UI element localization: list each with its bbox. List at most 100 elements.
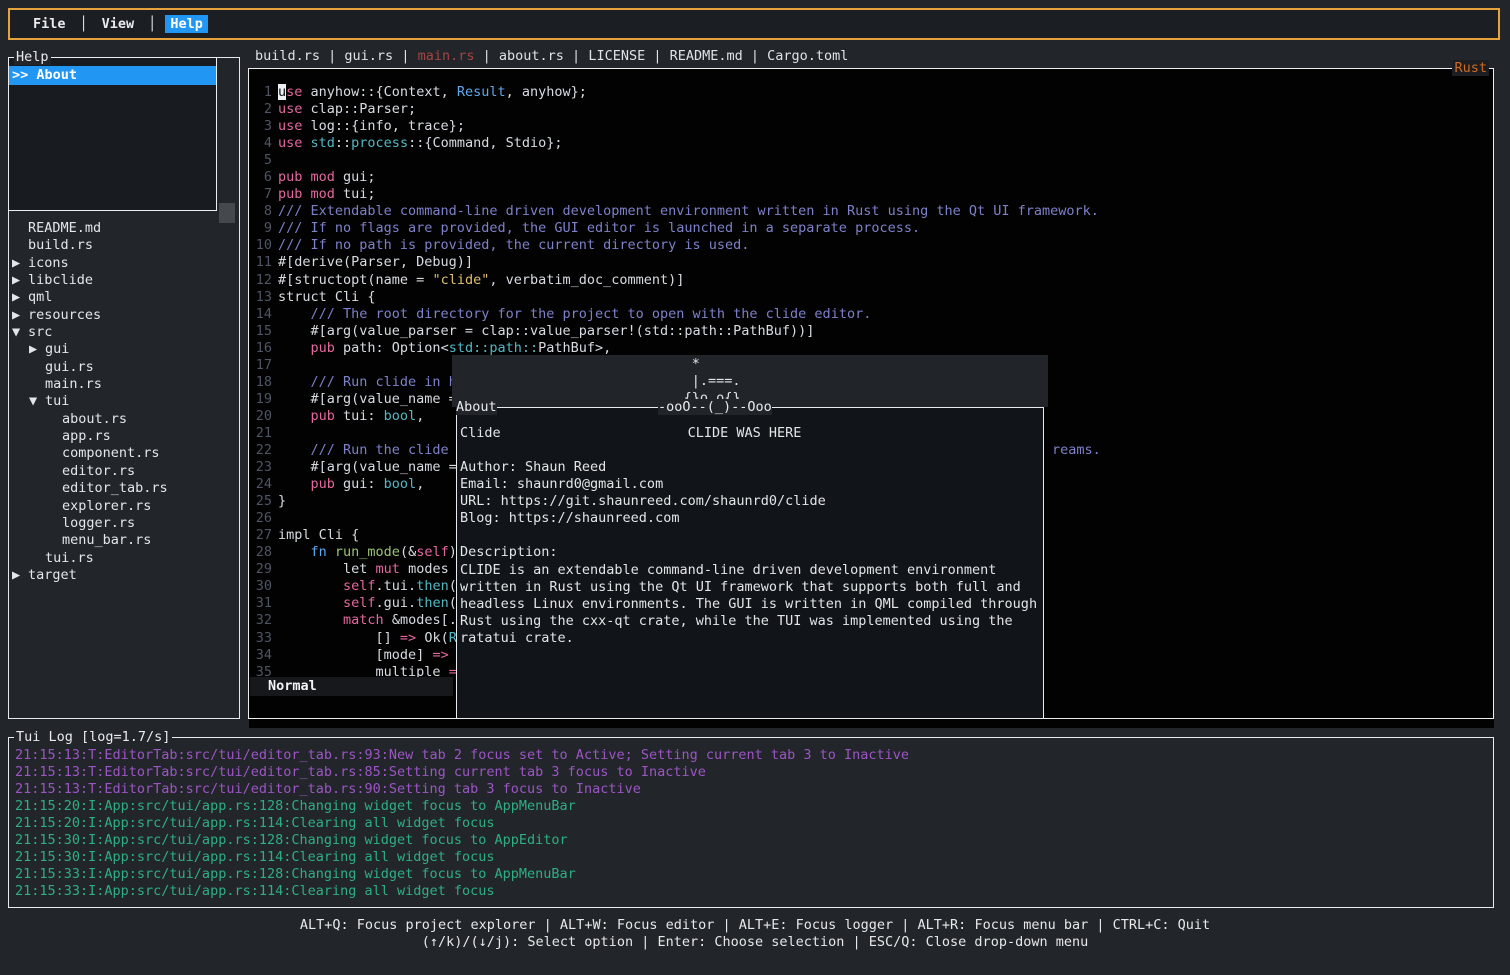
- code-line[interactable]: 13 struct Cli {: [250, 289, 1492, 306]
- tree-item-app-rs[interactable]: app.rs: [9, 428, 237, 445]
- code-token: ::: [335, 135, 351, 151]
- tree-item-editor-rs[interactable]: editor.rs: [9, 463, 237, 480]
- line-number: 4: [250, 135, 272, 152]
- code-token: /// If no flags are provided, the GUI ed…: [278, 220, 920, 236]
- tree-item-src[interactable]: ▼src: [9, 324, 237, 341]
- line-number: 3: [250, 118, 272, 135]
- tree-item-label: target: [28, 567, 77, 583]
- code-line[interactable]: 8 /// Extendable command-line driven deve…: [250, 203, 1492, 220]
- tree-item-tui-rs[interactable]: tui.rs: [9, 550, 237, 567]
- tree-item-main-rs[interactable]: main.rs: [9, 376, 237, 393]
- code-token: &modes[.: [392, 612, 457, 628]
- editor-tab-readme-md[interactable]: README.md: [670, 48, 743, 66]
- menu-item-view[interactable]: View: [97, 15, 140, 33]
- code-token: bool: [384, 476, 417, 492]
- tree-item-explorer-rs[interactable]: explorer.rs: [9, 498, 237, 515]
- code-line-22-right-fragment: reams.: [1052, 442, 1101, 459]
- about-popup-title: About: [456, 399, 497, 415]
- code-line[interactable]: 6pub mod gui;: [250, 169, 1492, 186]
- editor-tab-build-rs[interactable]: build.rs: [255, 48, 320, 66]
- editor-tab-main-rs[interactable]: main.rs: [418, 48, 475, 66]
- tree-item-component-rs[interactable]: component.rs: [9, 445, 237, 462]
- code-line[interactable]: 3use log::{info, trace};: [250, 118, 1492, 135]
- line-number: 17: [250, 357, 272, 374]
- code-line[interactable]: 7pub mod tui;: [250, 186, 1492, 203]
- editor-tab-about-rs[interactable]: about.rs: [499, 48, 564, 66]
- code-token: pub: [311, 340, 344, 356]
- log-entry: 21:15:33:I:App:src/tui/app.rs:114:Cleari…: [15, 883, 1489, 900]
- code-line[interactable]: 14 /// The root directory for the projec…: [250, 306, 1492, 323]
- code-line[interactable]: 9/// If no flags are provided, the GUI e…: [250, 220, 1492, 237]
- keybinding-hints-line2: (↑/k)/(↓/j): Select option | Enter: Choo…: [0, 934, 1510, 951]
- code-text: [mode] =>: [278, 647, 449, 664]
- tree-item-label: component.rs: [62, 445, 160, 461]
- folder-arrow-icon: ▼: [29, 393, 45, 410]
- tree-item-label: build.rs: [28, 237, 93, 253]
- editor-tab-license[interactable]: LICENSE: [588, 48, 645, 66]
- code-text: fn run_mode(&self): [278, 544, 457, 561]
- tree-item-label: libclide: [28, 272, 93, 288]
- line-number: 13: [250, 289, 272, 306]
- menu-item-help[interactable]: Help: [165, 15, 208, 33]
- help-menu-item-about[interactable]: >> About: [9, 66, 216, 85]
- code-token: Ok(: [424, 630, 448, 646]
- line-number: 8: [250, 203, 272, 220]
- tree-item-gui[interactable]: ▶gui: [9, 341, 237, 358]
- code-line[interactable]: 2use clap::Parser;: [250, 101, 1492, 118]
- code-token: ::{Command, Stdio};: [408, 135, 562, 151]
- code-token: PathBuf>,: [538, 340, 611, 356]
- editor-tab-cargo-toml[interactable]: Cargo.toml: [767, 48, 848, 66]
- code-token: #[structopt(name =: [278, 272, 432, 288]
- code-text: #[structopt(name = "clide", verbatim_doc…: [278, 272, 684, 289]
- editor-tab-gui-rs[interactable]: gui.rs: [344, 48, 393, 66]
- code-line[interactable]: 10/// If no path is provided, the curren…: [250, 237, 1492, 254]
- code-token: then: [416, 595, 449, 611]
- line-number: 25: [250, 493, 272, 510]
- code-token: (&: [400, 544, 416, 560]
- code-line[interactable]: 12#[structopt(name = "clide", verbatim_d…: [250, 272, 1492, 289]
- code-line[interactable]: 11#[derive(Parser, Debug)]: [250, 254, 1492, 271]
- line-number: 32: [250, 612, 272, 629]
- code-line[interactable]: 5: [250, 152, 1492, 169]
- code-text: match &modes[.: [278, 612, 457, 629]
- tree-item-editor-tab-rs[interactable]: editor_tab.rs: [9, 480, 237, 497]
- tree-item-label: icons: [28, 255, 69, 271]
- tree-item-label: logger.rs: [62, 515, 135, 531]
- code-token: clap::Parser;: [311, 101, 417, 117]
- explorer-scrollbar-thumb[interactable]: [219, 203, 235, 223]
- code-text: [] => Ok(R: [278, 630, 457, 647]
- tree-item-icons[interactable]: ▶icons: [9, 255, 237, 272]
- tree-item-logger-rs[interactable]: logger.rs: [9, 515, 237, 532]
- tree-item-about-rs[interactable]: about.rs: [9, 411, 237, 428]
- tree-item-label: resources: [28, 307, 101, 323]
- tree-item-target[interactable]: ▶target: [9, 567, 237, 584]
- line-number: 10: [250, 237, 272, 254]
- tree-item-qml[interactable]: ▶qml: [9, 289, 237, 306]
- line-number: 26: [250, 510, 272, 527]
- file-tree: README.mdbuild.rs▶icons▶libclide▶qml▶res…: [9, 220, 237, 584]
- tree-item-tui[interactable]: ▼tui: [9, 393, 237, 410]
- line-number: 15: [250, 323, 272, 340]
- code-token: /// The root directory for the project t…: [311, 306, 872, 322]
- folder-arrow-icon: ▶: [29, 341, 45, 358]
- code-text: /// Extendable command-line driven devel…: [278, 203, 1099, 220]
- code-line[interactable]: 4use std::process::{Command, Stdio};: [250, 135, 1492, 152]
- line-number: 34: [250, 647, 272, 664]
- folder-arrow-icon: ▶: [12, 567, 28, 584]
- tree-item-libclide[interactable]: ▶libclide: [9, 272, 237, 289]
- code-token: struct Cli {: [278, 289, 376, 305]
- code-token: pub mod: [278, 186, 343, 202]
- code-line[interactable]: 1use anyhow::{Context, Result, anyhow};: [250, 84, 1492, 101]
- editor-tab-bar: build.rs | gui.rs | main.rs | about.rs |…: [255, 48, 848, 66]
- menu-item-file[interactable]: File: [28, 15, 71, 33]
- line-number: 30: [250, 578, 272, 595]
- code-line[interactable]: 15 #[arg(value_parser = clap::value_pars…: [250, 323, 1492, 340]
- tree-item-gui-rs[interactable]: gui.rs: [9, 359, 237, 376]
- tree-item-readme-md[interactable]: README.md: [9, 220, 237, 237]
- tree-item-build-rs[interactable]: build.rs: [9, 237, 237, 254]
- tree-item-menu-bar-rs[interactable]: menu_bar.rs: [9, 532, 237, 549]
- code-token: .tui.: [376, 578, 417, 594]
- tree-item-resources[interactable]: ▶resources: [9, 307, 237, 324]
- line-number: 27: [250, 527, 272, 544]
- code-token: [278, 374, 311, 390]
